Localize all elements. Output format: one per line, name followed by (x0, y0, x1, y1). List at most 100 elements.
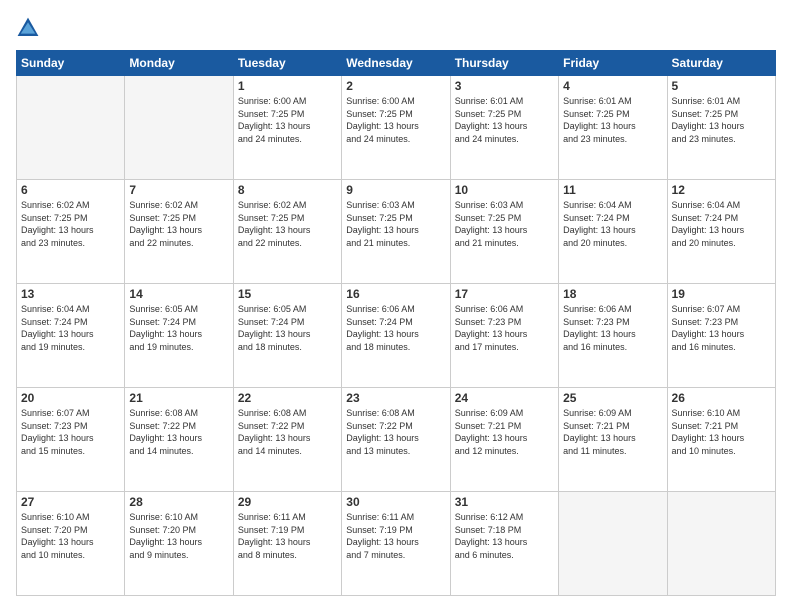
day-number: 4 (563, 79, 662, 93)
day-number: 25 (563, 391, 662, 405)
calendar-cell (125, 76, 233, 180)
weekday-header-monday: Monday (125, 51, 233, 76)
day-number: 17 (455, 287, 554, 301)
weekday-header-thursday: Thursday (450, 51, 558, 76)
week-row-2: 6 Sunrise: 6:02 AM Sunset: 7:25 PM Daylig… (17, 180, 776, 284)
calendar-cell: 15 Sunrise: 6:05 AM Sunset: 7:24 PM Dayli… (233, 284, 341, 388)
weekday-header-saturday: Saturday (667, 51, 775, 76)
day-number: 26 (672, 391, 771, 405)
day-info: Sunrise: 6:00 AM Sunset: 7:25 PM Dayligh… (346, 95, 445, 145)
calendar-cell: 12 Sunrise: 6:04 AM Sunset: 7:24 PM Dayli… (667, 180, 775, 284)
calendar-cell: 7Sunrise: 6:02 AM Sunset: 7:25 PM Daylig… (125, 180, 233, 284)
day-info: Sunrise: 6:11 AM Sunset: 7:19 PM Dayligh… (346, 511, 445, 561)
day-number: 27 (21, 495, 120, 509)
calendar-cell: 2 Sunrise: 6:00 AM Sunset: 7:25 PM Daylig… (342, 76, 450, 180)
day-number: 18 (563, 287, 662, 301)
calendar-cell (17, 76, 125, 180)
header (16, 16, 776, 40)
calendar-cell: 27 Sunrise: 6:10 AM Sunset: 7:20 PM Dayli… (17, 492, 125, 596)
day-number: 12 (672, 183, 771, 197)
day-number: 6 (21, 183, 120, 197)
calendar-cell: 29 Sunrise: 6:11 AM Sunset: 7:19 PM Dayli… (233, 492, 341, 596)
day-number: 14 (129, 287, 228, 301)
weekday-header-tuesday: Tuesday (233, 51, 341, 76)
calendar-cell: 5 Sunrise: 6:01 AM Sunset: 7:25 PM Daylig… (667, 76, 775, 180)
day-info: Sunrise: 6:06 AM Sunset: 7:23 PM Dayligh… (563, 303, 662, 353)
calendar-cell: 3 Sunrise: 6:01 AM Sunset: 7:25 PM Daylig… (450, 76, 558, 180)
day-number: 30 (346, 495, 445, 509)
calendar-cell (559, 492, 667, 596)
day-number: 16 (346, 287, 445, 301)
day-number: 19 (672, 287, 771, 301)
day-number: 21 (129, 391, 228, 405)
calendar-cell: 18 Sunrise: 6:06 AM Sunset: 7:23 PM Dayli… (559, 284, 667, 388)
day-info: Sunrise: 6:08 AM Sunset: 7:22 PM Dayligh… (346, 407, 445, 457)
calendar-cell: 22 Sunrise: 6:08 AM Sunset: 7:22 PM Dayli… (233, 388, 341, 492)
day-info: Sunrise: 6:07 AM Sunset: 7:23 PM Dayligh… (672, 303, 771, 353)
calendar-cell: 21Sunrise: 6:08 AM Sunset: 7:22 PM Dayli… (125, 388, 233, 492)
week-row-1: 1 Sunrise: 6:00 AM Sunset: 7:25 PM Daylig… (17, 76, 776, 180)
day-info: Sunrise: 6:10 AM Sunset: 7:20 PM Dayligh… (21, 511, 120, 561)
day-info: Sunrise: 6:00 AM Sunset: 7:25 PM Dayligh… (238, 95, 337, 145)
day-info: Sunrise: 6:09 AM Sunset: 7:21 PM Dayligh… (455, 407, 554, 457)
day-number: 11 (563, 183, 662, 197)
logo-icon (16, 16, 40, 40)
day-info: Sunrise: 6:05 AM Sunset: 7:24 PM Dayligh… (129, 303, 228, 353)
weekday-header-sunday: Sunday (17, 51, 125, 76)
day-info: Sunrise: 6:03 AM Sunset: 7:25 PM Dayligh… (346, 199, 445, 249)
day-info: Sunrise: 6:04 AM Sunset: 7:24 PM Dayligh… (672, 199, 771, 249)
calendar-cell: 17 Sunrise: 6:06 AM Sunset: 7:23 PM Dayli… (450, 284, 558, 388)
day-number: 5 (672, 79, 771, 93)
calendar-cell: 16 Sunrise: 6:06 AM Sunset: 7:24 PM Dayli… (342, 284, 450, 388)
day-number: 29 (238, 495, 337, 509)
calendar-cell: 10Sunrise: 6:03 AM Sunset: 7:25 PM Dayli… (450, 180, 558, 284)
calendar-table: SundayMondayTuesdayWednesdayThursdayFrid… (16, 50, 776, 596)
logo (16, 16, 44, 40)
week-row-3: 13 Sunrise: 6:04 AM Sunset: 7:24 PM Dayli… (17, 284, 776, 388)
day-number: 3 (455, 79, 554, 93)
calendar-cell: 20 Sunrise: 6:07 AM Sunset: 7:23 PM Dayli… (17, 388, 125, 492)
day-info: Sunrise: 6:05 AM Sunset: 7:24 PM Dayligh… (238, 303, 337, 353)
calendar-cell: 30 Sunrise: 6:11 AM Sunset: 7:19 PM Dayli… (342, 492, 450, 596)
weekday-header-row: SundayMondayTuesdayWednesdayThursdayFrid… (17, 51, 776, 76)
day-number: 31 (455, 495, 554, 509)
weekday-header-friday: Friday (559, 51, 667, 76)
day-info: Sunrise: 6:11 AM Sunset: 7:19 PM Dayligh… (238, 511, 337, 561)
day-info: Sunrise: 6:02 AM Sunset: 7:25 PM Dayligh… (21, 199, 120, 249)
day-info: Sunrise: 6:06 AM Sunset: 7:24 PM Dayligh… (346, 303, 445, 353)
day-info: Sunrise: 6:07 AM Sunset: 7:23 PM Dayligh… (21, 407, 120, 457)
calendar-cell: 25 Sunrise: 6:09 AM Sunset: 7:21 PM Dayli… (559, 388, 667, 492)
day-info: Sunrise: 6:10 AM Sunset: 7:21 PM Dayligh… (672, 407, 771, 457)
week-row-4: 20 Sunrise: 6:07 AM Sunset: 7:23 PM Dayli… (17, 388, 776, 492)
calendar-cell: 6 Sunrise: 6:02 AM Sunset: 7:25 PM Daylig… (17, 180, 125, 284)
day-info: Sunrise: 6:06 AM Sunset: 7:23 PM Dayligh… (455, 303, 554, 353)
day-number: 22 (238, 391, 337, 405)
calendar-cell: 24Sunrise: 6:09 AM Sunset: 7:21 PM Dayli… (450, 388, 558, 492)
day-number: 1 (238, 79, 337, 93)
calendar-cell: 31 Sunrise: 6:12 AM Sunset: 7:18 PM Dayli… (450, 492, 558, 596)
day-info: Sunrise: 6:01 AM Sunset: 7:25 PM Dayligh… (563, 95, 662, 145)
day-info: Sunrise: 6:04 AM Sunset: 7:24 PM Dayligh… (21, 303, 120, 353)
day-info: Sunrise: 6:03 AM Sunset: 7:25 PM Dayligh… (455, 199, 554, 249)
day-info: Sunrise: 6:08 AM Sunset: 7:22 PM Dayligh… (238, 407, 337, 457)
day-number: 8 (238, 183, 337, 197)
day-info: Sunrise: 6:12 AM Sunset: 7:18 PM Dayligh… (455, 511, 554, 561)
day-number: 15 (238, 287, 337, 301)
day-info: Sunrise: 6:10 AM Sunset: 7:20 PM Dayligh… (129, 511, 228, 561)
day-info: Sunrise: 6:01 AM Sunset: 7:25 PM Dayligh… (672, 95, 771, 145)
day-number: 28 (129, 495, 228, 509)
day-number: 2 (346, 79, 445, 93)
day-info: Sunrise: 6:09 AM Sunset: 7:21 PM Dayligh… (563, 407, 662, 457)
calendar-cell: 28 Sunrise: 6:10 AM Sunset: 7:20 PM Dayli… (125, 492, 233, 596)
day-info: Sunrise: 6:02 AM Sunset: 7:25 PM Dayligh… (129, 199, 228, 249)
day-info: Sunrise: 6:01 AM Sunset: 7:25 PM Dayligh… (455, 95, 554, 145)
calendar-cell (667, 492, 775, 596)
calendar-cell: 8Sunrise: 6:02 AM Sunset: 7:25 PM Daylig… (233, 180, 341, 284)
day-info: Sunrise: 6:04 AM Sunset: 7:24 PM Dayligh… (563, 199, 662, 249)
day-number: 9 (346, 183, 445, 197)
calendar-cell: 14 Sunrise: 6:05 AM Sunset: 7:24 PM Dayli… (125, 284, 233, 388)
calendar-cell: 13 Sunrise: 6:04 AM Sunset: 7:24 PM Dayli… (17, 284, 125, 388)
day-number: 20 (21, 391, 120, 405)
page: SundayMondayTuesdayWednesdayThursdayFrid… (0, 0, 792, 612)
day-number: 13 (21, 287, 120, 301)
